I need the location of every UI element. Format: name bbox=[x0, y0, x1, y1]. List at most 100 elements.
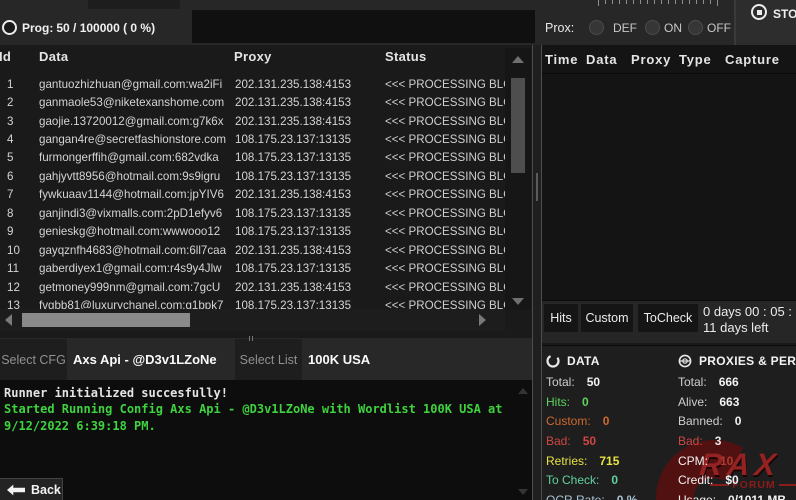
stop-icon-square bbox=[757, 10, 762, 15]
cell-proxy: 202.131.235.138:4153 bbox=[235, 188, 385, 201]
cell-status: <<< PROCESSING BLOC bbox=[385, 281, 505, 294]
stat-row: Custom:0 bbox=[546, 411, 674, 431]
cell-data: gayqznfh4683@hotmail.com:6ll7caa bbox=[39, 244, 235, 257]
cell-proxy: 108.175.23.137:13135 bbox=[235, 225, 385, 238]
stat-label: To Check: bbox=[546, 473, 599, 487]
cell-status: <<< PROCESSING BLOC bbox=[385, 170, 505, 183]
tab-custom[interactable]: Custom bbox=[581, 304, 633, 332]
log-scroll-down-icon[interactable] bbox=[518, 489, 528, 495]
column-proxy[interactable]: Proxy bbox=[631, 52, 671, 67]
stat-row: Bad:3 bbox=[678, 431, 796, 451]
top-notch bbox=[88, 0, 180, 9]
proxy-mode-option-label: DEF bbox=[613, 21, 637, 35]
splitter-grip bbox=[536, 173, 538, 201]
table-row[interactable]: 10gayqznfh4683@hotmail.com:6ll7caa202.13… bbox=[0, 241, 505, 259]
stat-label: Usage: bbox=[678, 493, 716, 500]
data-table: Id Data Proxy Status 1gantuozhizhuan@gma… bbox=[0, 45, 532, 338]
back-button[interactable]: Back bbox=[0, 478, 63, 500]
bots-slider-ticks[interactable] bbox=[598, 0, 718, 6]
scroll-left-icon[interactable] bbox=[5, 314, 12, 326]
cell-status: <<< PROCESSING BLOC bbox=[385, 244, 505, 257]
proxy-mode-radio-off[interactable] bbox=[688, 20, 703, 35]
table-row[interactable]: 4gangan4re@secretfashionstore.com108.175… bbox=[0, 130, 505, 148]
data-circle-icon bbox=[546, 354, 560, 368]
back-label: Back bbox=[31, 483, 61, 497]
scroll-down-icon[interactable] bbox=[512, 298, 524, 305]
table-row[interactable]: 12getmoney999nm@gmail.com:7gcU202.131.23… bbox=[0, 278, 505, 296]
select-list-button[interactable]: Select List bbox=[235, 339, 302, 380]
column-type[interactable]: Type bbox=[679, 52, 712, 67]
column-time[interactable]: Time bbox=[545, 52, 578, 67]
log-scroll-up-icon[interactable] bbox=[518, 388, 528, 394]
cell-data: gaberdiyex1@gmail.com:r4s9y4Jlw bbox=[39, 262, 235, 275]
progress-radio-icon[interactable] bbox=[2, 20, 17, 35]
table-row[interactable]: 2ganmaole53@niketexanshome.com202.131.23… bbox=[0, 93, 505, 111]
table-row[interactable]: 3gaojie.13720012@gmail.com:g7k6x202.131.… bbox=[0, 112, 505, 130]
scroll-right-icon[interactable] bbox=[479, 314, 486, 326]
top-bar: Prog:50 / 100000 ( 0 %) Prox: DEFONOFF S… bbox=[0, 0, 796, 45]
proxy-mode-label: Prox: bbox=[545, 21, 574, 35]
tab-hits[interactable]: Hits bbox=[544, 304, 578, 332]
stat-row: OCR Rate:0 % bbox=[546, 490, 674, 500]
cell-proxy: 202.131.235.138:4153 bbox=[235, 115, 385, 128]
progress-bar[interactable] bbox=[192, 10, 535, 43]
table-row[interactable]: 7fywkuaav1144@hotmail.com:jpYIV6202.131.… bbox=[0, 186, 505, 204]
cell-proxy: 108.175.23.137:13135 bbox=[235, 170, 385, 183]
column-proxy[interactable]: Proxy bbox=[234, 49, 272, 64]
cell-data: getmoney999nm@gmail.com:7gcU bbox=[39, 281, 235, 294]
cell-data: furmongerffih@gmail.com:682vdka bbox=[39, 151, 235, 164]
cell-id: 6 bbox=[0, 170, 39, 183]
stat-value: 0 bbox=[582, 395, 589, 409]
stat-label: Alive: bbox=[678, 395, 707, 409]
horizontal-scrollbar[interactable] bbox=[0, 309, 505, 331]
stat-value: 0/1011 MB bbox=[728, 493, 786, 500]
table-row[interactable]: 11gaberdiyex1@gmail.com:r4s9y4Jlw108.175… bbox=[0, 259, 505, 277]
proxies-stats-column: PROXIES & PERFORMANCE Total:666Alive:663… bbox=[678, 350, 796, 500]
stop-button[interactable]: STOP bbox=[736, 0, 796, 45]
table-row[interactable]: 6gahjyvtt8956@hotmail.com:9s9igru108.175… bbox=[0, 167, 505, 185]
hits-table-header: Time Data Proxy Type Capture bbox=[542, 45, 796, 74]
proxy-mode-radio-def[interactable] bbox=[589, 20, 604, 35]
vertical-scrollbar-thumb[interactable] bbox=[511, 78, 525, 173]
select-cfg-button[interactable]: Select CFG bbox=[0, 339, 67, 380]
cell-data: fvgbb81@luxurychanel.com:g1bpk7 bbox=[39, 299, 235, 309]
panel-splitter[interactable] bbox=[532, 45, 542, 500]
stat-row: Total:50 bbox=[546, 372, 674, 392]
cell-proxy: 108.175.23.137:13135 bbox=[235, 151, 385, 164]
column-data[interactable]: Data bbox=[39, 49, 68, 64]
proxy-mode-radio-on[interactable] bbox=[645, 20, 660, 35]
column-status[interactable]: Status bbox=[385, 49, 427, 64]
stat-label: Total: bbox=[678, 375, 707, 389]
table-row[interactable]: 1gantuozhizhuan@gmail.com:wa2iFi202.131.… bbox=[0, 75, 505, 93]
log-console[interactable]: Runner initialized succesfully!Started R… bbox=[0, 380, 532, 500]
cell-status: <<< PROCESSING BLOC bbox=[385, 115, 505, 128]
timer: 0 days 00 : 05 : 3 11 days left bbox=[703, 304, 796, 336]
stat-row: Total:666 bbox=[678, 372, 796, 392]
cell-proxy: 202.131.235.138:4153 bbox=[235, 96, 385, 109]
vertical-scrollbar[interactable] bbox=[505, 48, 531, 310]
column-data[interactable]: Data bbox=[586, 52, 617, 67]
table-row[interactable]: 5furmongerffih@gmail.com:682vdka108.175.… bbox=[0, 149, 505, 167]
cell-id: 9 bbox=[0, 225, 39, 238]
stat-label: Credit: bbox=[678, 473, 713, 487]
stat-value: 0 % bbox=[617, 493, 638, 500]
stat-row: Credit:$0 bbox=[678, 470, 796, 490]
tab-tocheck[interactable]: ToCheck bbox=[638, 304, 698, 332]
stop-label: STOP bbox=[773, 7, 796, 21]
log-line: Runner initialized succesfully! bbox=[4, 385, 518, 401]
table-row[interactable]: 8ganjindi3@vixmalls.com:2pD1efyv6108.175… bbox=[0, 204, 505, 222]
horizontal-scrollbar-thumb[interactable] bbox=[22, 313, 190, 327]
scroll-up-icon[interactable] bbox=[512, 56, 524, 63]
splitter-grip-horizontal[interactable] bbox=[249, 336, 259, 341]
table-row[interactable]: 13fvgbb81@luxurychanel.com:g1bpk7108.175… bbox=[0, 296, 505, 309]
column-capture[interactable]: Capture bbox=[725, 52, 780, 67]
stat-value: 50 bbox=[587, 375, 600, 389]
table-row[interactable]: 9genieskg@hotmail.com:wwwooo12108.175.23… bbox=[0, 223, 505, 241]
cell-data: gaojie.13720012@gmail.com:g7k6x bbox=[39, 115, 235, 128]
selected-list-name: 100K USA bbox=[308, 338, 370, 380]
select-bar: Select CFG Axs Api - @D3v1LZoNe Select L… bbox=[0, 338, 532, 380]
stat-row: Alive:663 bbox=[678, 392, 796, 412]
column-id[interactable]: Id bbox=[0, 49, 11, 64]
cell-status: <<< PROCESSING BLOC bbox=[385, 207, 505, 220]
log-line: Started Running Config Axs Api - @D3v1LZ… bbox=[4, 401, 518, 434]
